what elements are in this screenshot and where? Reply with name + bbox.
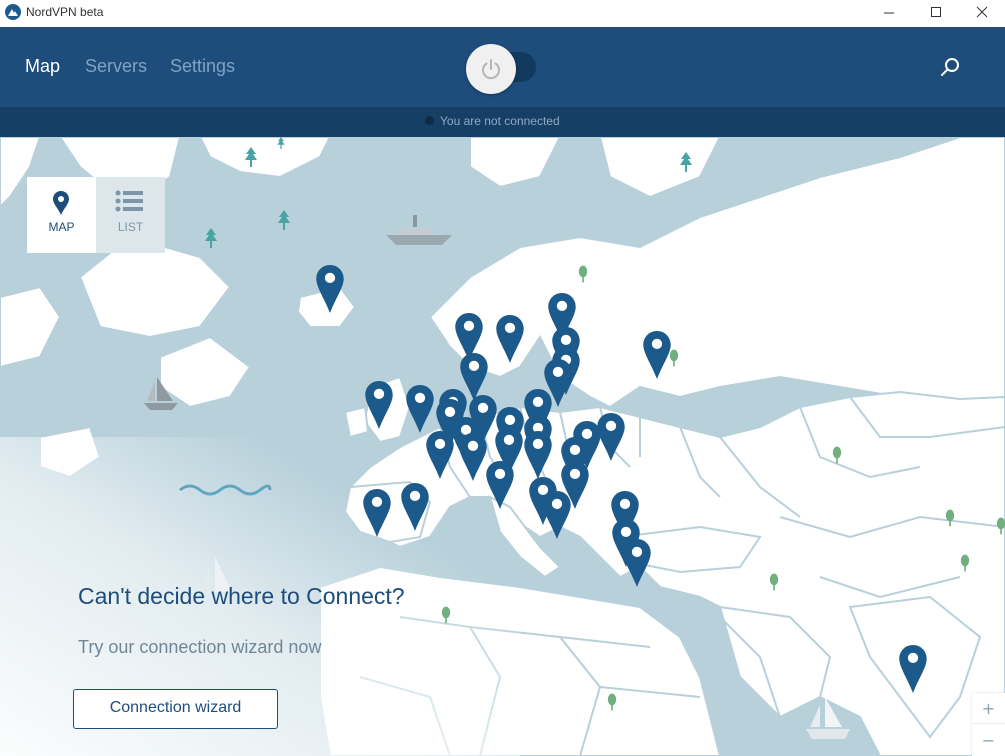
search-button[interactable] [938,55,962,79]
map-view-label: MAP [48,220,75,234]
map-pin-icon [53,191,69,215]
boat-icon [386,215,452,245]
zoom-in-button[interactable]: + [972,693,1005,724]
location-pin-icon[interactable] [406,385,434,433]
tab-settings[interactable]: Settings [170,56,235,77]
connection-wizard-button[interactable]: Connection wizard [73,689,278,729]
connection-status-text: You are not connected [440,114,560,128]
minimize-button[interactable] [866,0,912,27]
list-view-button[interactable]: LIST [96,177,165,253]
tab-servers[interactable]: Servers [85,56,147,77]
wizard-heading: Can't decide where to Connect? [78,583,405,609]
tab-map[interactable]: Map [25,56,60,77]
list-icon [115,190,143,212]
tree-icon [205,228,217,248]
search-icon [941,58,959,76]
connect-toggle[interactable] [466,44,536,94]
map-view-button[interactable]: MAP [27,177,96,253]
world-map[interactable]: MAP LIST Can't decide where to Connect? … [0,137,1005,756]
location-pin-icon[interactable] [460,353,488,401]
close-button[interactable] [959,0,1005,27]
wizard-subtitle: Try our connection wizard now [78,637,322,657]
minimize-icon [884,12,894,14]
power-icon [482,59,500,80]
location-pin-icon[interactable] [623,539,651,587]
tree-icon [278,210,290,230]
toggle-knob[interactable] [466,44,516,94]
list-view-label: LIST [117,220,144,234]
maximize-icon [931,7,941,17]
view-toggle: MAP LIST [27,177,165,253]
zoom-controls: + − [972,693,1005,756]
window-title: NordVPN beta [26,5,104,19]
status-indicator [425,116,434,125]
connection-status-bar: You are not connected [0,107,1005,137]
title-bar: NordVPN beta [0,0,1005,27]
app-header: Map Servers Settings [0,27,1005,107]
maximize-button[interactable] [913,0,959,27]
close-icon [976,6,988,18]
app-logo-icon [5,4,21,20]
zoom-out-button[interactable]: − [972,725,1005,756]
